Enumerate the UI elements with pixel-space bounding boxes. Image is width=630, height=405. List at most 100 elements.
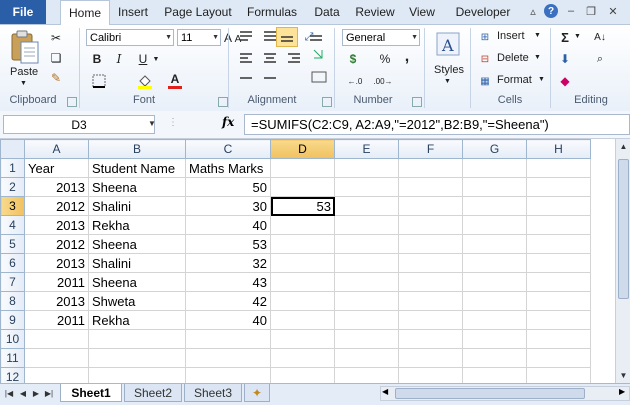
cell-f12[interactable]: [398, 367, 463, 383]
formula-input[interactable]: =SUMIFS(C2:C9, A2:A9,"=2012",B2:B9,"=She…: [244, 114, 630, 135]
cell-f11[interactable]: [398, 348, 463, 368]
row-header-1[interactable]: 1: [0, 158, 25, 178]
scroll-down-icon[interactable]: ▼: [616, 368, 630, 383]
cell-h10[interactable]: [526, 329, 591, 349]
delete-cells-button[interactable]: Delete: [497, 52, 529, 64]
cell-d2[interactable]: [270, 177, 335, 197]
column-header-a[interactable]: A: [24, 139, 89, 159]
cell-b12[interactable]: [88, 367, 186, 383]
cell-d4[interactable]: [270, 215, 335, 235]
row-header-9[interactable]: 9: [0, 310, 25, 330]
cell-f2[interactable]: [398, 177, 463, 197]
tab-insert[interactable]: Insert: [112, 0, 154, 24]
cut-icon[interactable]: ✂: [48, 30, 64, 46]
clear-icon[interactable]: ◆: [558, 74, 572, 88]
cell-h12[interactable]: [526, 367, 591, 383]
cell-e6[interactable]: [334, 253, 399, 273]
cell-e5[interactable]: [334, 234, 399, 254]
next-sheet-icon[interactable]: ▶: [30, 386, 42, 400]
insert-cells-button[interactable]: Insert: [497, 30, 525, 42]
column-header-e[interactable]: E: [334, 139, 399, 159]
autosum-button[interactable]: Σ: [558, 29, 572, 45]
select-all-corner[interactable]: [0, 139, 25, 159]
cell-d9[interactable]: [270, 310, 335, 330]
scroll-up-icon[interactable]: ▲: [616, 139, 630, 154]
cell-c1[interactable]: Maths Marks: [185, 158, 271, 178]
cell-f3[interactable]: [398, 196, 463, 216]
cell-a11[interactable]: [24, 348, 89, 368]
cell-h6[interactable]: [526, 253, 591, 273]
cell-a8[interactable]: 2013: [24, 291, 89, 311]
number-launcher-icon[interactable]: [412, 97, 422, 107]
comma-style-button[interactable]: ,: [400, 48, 414, 65]
cell-b6[interactable]: Shalini: [88, 253, 186, 273]
cell-a3[interactable]: 2012: [24, 196, 89, 216]
paste-icon[interactable]: [8, 30, 42, 64]
cell-h1[interactable]: [526, 158, 591, 178]
chevron-down-icon[interactable]: ▼: [534, 32, 541, 39]
scroll-right-icon[interactable]: ▶: [619, 387, 625, 396]
align-bottom-button[interactable]: [276, 27, 298, 47]
sheet-tab-sheet1[interactable]: Sheet1: [60, 384, 122, 402]
last-sheet-icon[interactable]: ▶|: [43, 386, 55, 400]
cell-a5[interactable]: 2012: [24, 234, 89, 254]
column-header-b[interactable]: B: [88, 139, 186, 159]
cell-b5[interactable]: Sheena: [88, 234, 186, 254]
cell-d5[interactable]: [270, 234, 335, 254]
format-cells-button[interactable]: Format: [497, 74, 532, 86]
cell-c12[interactable]: [185, 367, 271, 383]
cell-f5[interactable]: [398, 234, 463, 254]
minimize-ribbon-icon[interactable]: ▵: [526, 4, 540, 18]
cell-f9[interactable]: [398, 310, 463, 330]
cell-c2[interactable]: 50: [185, 177, 271, 197]
tab-data[interactable]: Data: [308, 0, 346, 24]
cell-e8[interactable]: [334, 291, 399, 311]
chevron-down-icon[interactable]: ▼: [538, 76, 545, 83]
cell-h9[interactable]: [526, 310, 591, 330]
cell-e1[interactable]: [334, 158, 399, 178]
cell-b9[interactable]: Rekha: [88, 310, 186, 330]
cell-d1[interactable]: [270, 158, 335, 178]
cell-g4[interactable]: [462, 215, 527, 235]
cell-h7[interactable]: [526, 272, 591, 292]
cell-g3[interactable]: [462, 196, 527, 216]
cell-b4[interactable]: Rekha: [88, 215, 186, 235]
currency-button[interactable]: $: [344, 51, 362, 67]
cell-h2[interactable]: [526, 177, 591, 197]
column-header-h[interactable]: H: [526, 139, 591, 159]
cell-e4[interactable]: [334, 215, 399, 235]
first-sheet-icon[interactable]: |◀: [3, 386, 15, 400]
paste-dropdown-icon[interactable]: ▼: [20, 80, 27, 87]
paste-button[interactable]: Paste: [10, 66, 38, 78]
cell-f10[interactable]: [398, 329, 463, 349]
cell-e2[interactable]: [334, 177, 399, 197]
row-header-2[interactable]: 2: [0, 177, 25, 197]
cell-c8[interactable]: 42: [185, 291, 271, 311]
cell-c7[interactable]: 43: [185, 272, 271, 292]
cell-b7[interactable]: Sheena: [88, 272, 186, 292]
cell-g2[interactable]: [462, 177, 527, 197]
cell-g7[interactable]: [462, 272, 527, 292]
cell-g5[interactable]: [462, 234, 527, 254]
cell-c10[interactable]: [185, 329, 271, 349]
cell-b3[interactable]: Shalini: [88, 196, 186, 216]
cell-f4[interactable]: [398, 215, 463, 235]
cell-f6[interactable]: [398, 253, 463, 273]
tab-home[interactable]: Home: [60, 0, 110, 25]
vertical-scroll-thumb[interactable]: [618, 159, 629, 299]
cell-a1[interactable]: Year: [24, 158, 89, 178]
cell-a2[interactable]: 2013: [24, 177, 89, 197]
cell-a10[interactable]: [24, 329, 89, 349]
cell-g1[interactable]: [462, 158, 527, 178]
cell-g8[interactable]: [462, 291, 527, 311]
cell-d12[interactable]: [270, 367, 335, 383]
row-header-4[interactable]: 4: [0, 215, 25, 235]
cell-d8[interactable]: [270, 291, 335, 311]
insert-cells-icon[interactable]: ⊞: [478, 30, 492, 44]
cell-b8[interactable]: Shweta: [88, 291, 186, 311]
chevron-down-icon[interactable]: ▼: [574, 33, 581, 40]
cell-h4[interactable]: [526, 215, 591, 235]
fill-icon[interactable]: ⬇: [558, 52, 572, 66]
cell-c5[interactable]: 53: [185, 234, 271, 254]
orientation-icon[interactable]: ⤢: [300, 30, 318, 44]
